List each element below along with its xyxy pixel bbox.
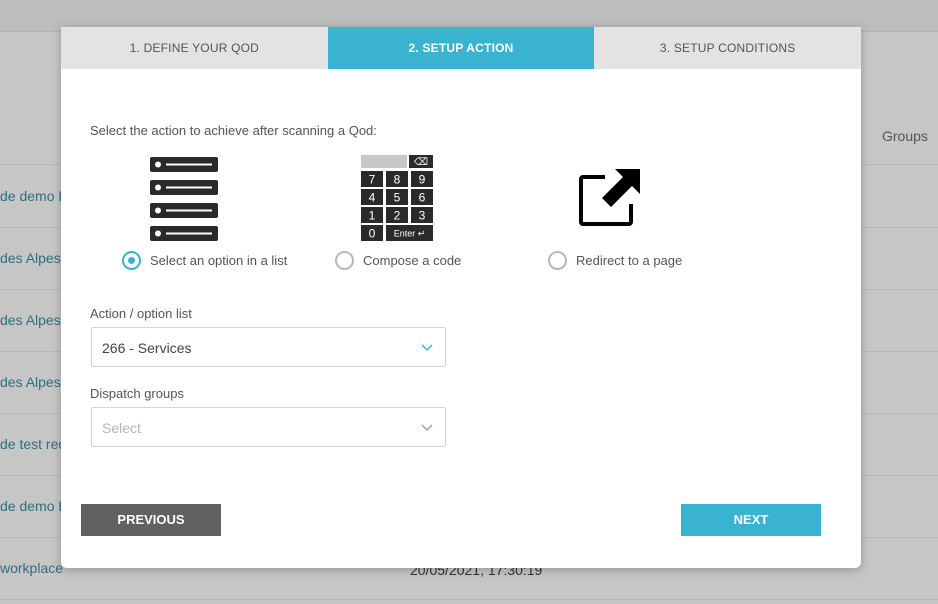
enter-key-label: Enter ↵ [394,229,426,239]
option-label: Compose a code [363,253,462,268]
key-1: 1 [369,209,376,223]
external-link-icon[interactable] [579,168,641,228]
key-3: 3 [419,209,426,223]
tab-define-your-qod[interactable]: 1. DEFINE YOUR QOD [61,27,328,69]
key-9: 9 [419,173,426,187]
groups-column-header: Groups [882,128,928,144]
option-compose-code[interactable]: Compose a code [335,251,461,270]
option-label: Redirect to a page [576,253,683,268]
backspace-key-label: ⌫ [414,157,428,168]
option-label: Select an option in a list [150,253,288,268]
key-7: 7 [369,173,376,187]
key-0: 0 [369,227,376,241]
action-list-value: 266 - Services [102,340,192,356]
row-name: de demo B [0,498,68,514]
previous-button[interactable]: PREVIOUS [81,504,221,536]
action-instruction: Select the action to achieve after scann… [90,123,377,138]
tab-setup-conditions[interactable]: 3. SETUP CONDITIONS [594,27,862,69]
row-name: des Alpes [0,374,61,390]
row-name: des Alpes [0,250,61,266]
key-4: 4 [369,191,376,205]
next-button[interactable]: NEXT [681,504,821,536]
option-redirect-page[interactable]: Redirect to a page [548,251,682,270]
chevron-down-icon [421,424,433,432]
radio-redirect-page[interactable] [548,251,567,270]
action-list-select[interactable]: 266 - Services [91,327,446,367]
key-6: 6 [419,191,426,205]
row-name: des Alpes [0,312,61,328]
dispatch-groups-placeholder: Select [102,420,141,436]
dispatch-groups-select[interactable]: Select [91,407,446,447]
option-select-from-list[interactable]: Select an option in a list [122,251,287,270]
key-5: 5 [394,191,401,205]
wizard-steps: 1. DEFINE YOUR QOD 2. SETUP ACTION 3. SE… [61,27,862,69]
radio-compose-code[interactable] [335,251,354,270]
dispatch-groups-label: Dispatch groups [90,386,184,401]
setup-action-modal: 1. DEFINE YOUR QOD 2. SETUP ACTION 3. SE… [61,27,862,568]
key-8: 8 [394,173,401,187]
action-list-label: Action / option list [90,306,192,321]
list-icon[interactable] [149,156,219,242]
row-name: de test rec [0,436,66,452]
row-name: workplace [0,560,64,576]
key-2: 2 [394,209,401,223]
row-name: de demo B [0,188,68,204]
keypad-icon[interactable]: ⌫ 7 8 9 4 5 6 1 2 3 0 Enter ↵ [360,154,434,243]
chevron-down-icon [421,344,433,352]
radio-select-option[interactable] [122,251,141,270]
tab-setup-action[interactable]: 2. SETUP ACTION [327,27,595,69]
